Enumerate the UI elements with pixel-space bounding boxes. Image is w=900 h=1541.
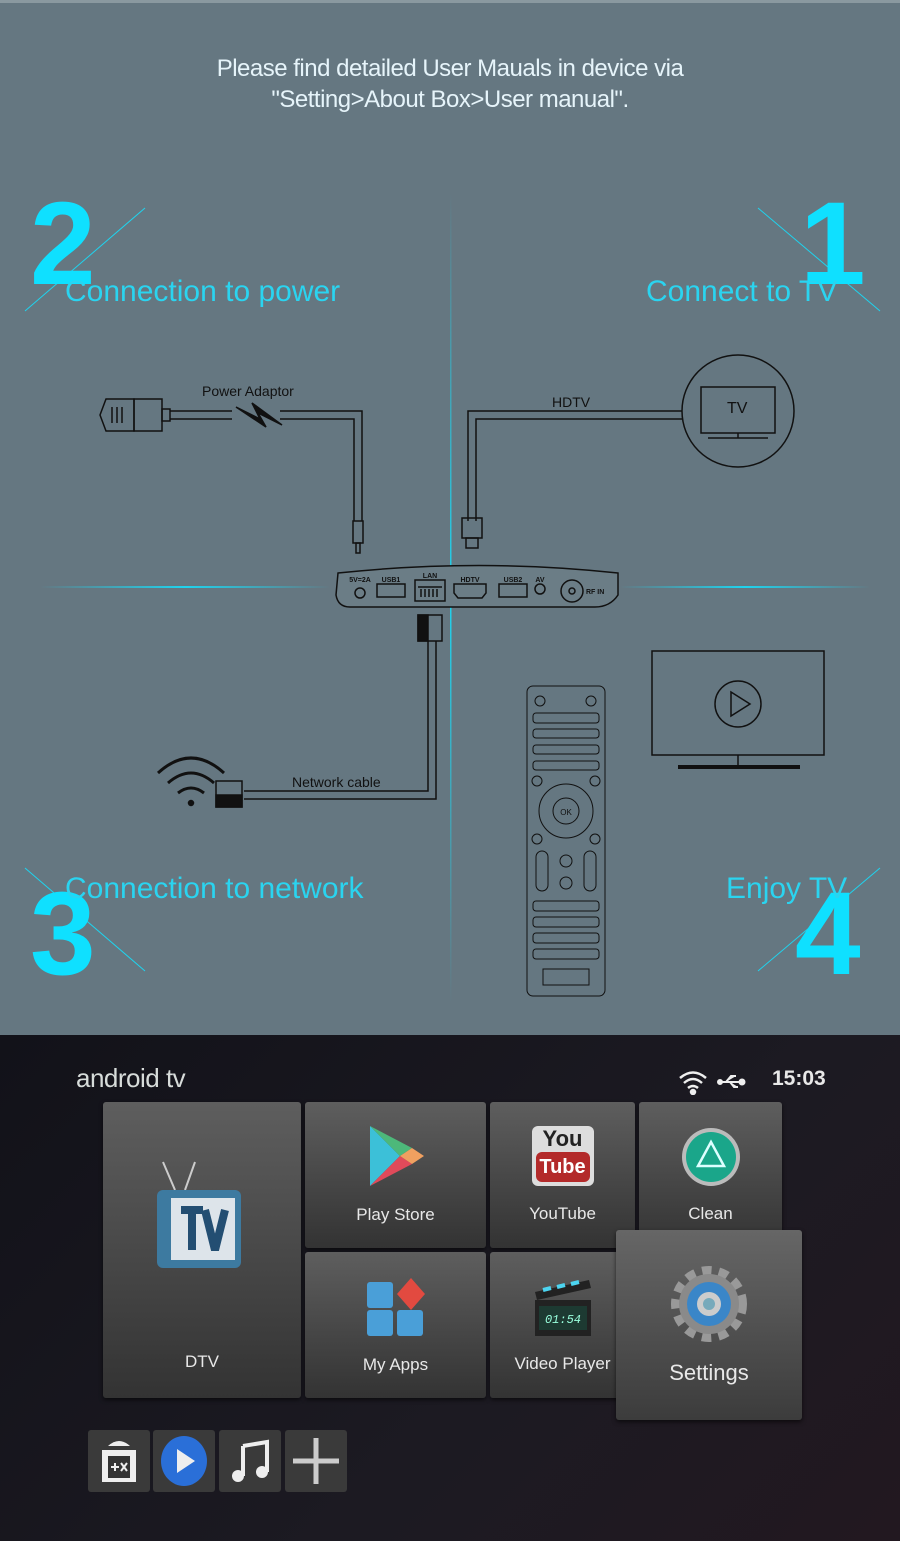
dock-android-calc[interactable] [88, 1430, 150, 1492]
android-tv-logo: android tv [76, 1063, 186, 1093]
step-label-network: Connection to network [65, 872, 364, 905]
tile-play-store[interactable]: Play Store [305, 1102, 486, 1248]
tile-label: Video Player [514, 1354, 611, 1373]
tile-label: DTV [185, 1352, 219, 1371]
hdtv-label: HDTV [552, 394, 591, 410]
tile-label: Play Store [356, 1205, 435, 1224]
tile-label: YouTube [529, 1204, 596, 1223]
tile-clean[interactable]: Clean [639, 1102, 782, 1248]
video-time-text: 01:54 [544, 1313, 580, 1327]
remote-ok-label: OK [560, 808, 572, 817]
port-label-av: AV [535, 577, 545, 584]
port-label-hdtv: HDTV [460, 577, 479, 584]
play-store-icon [369, 1126, 424, 1186]
usb-icon [717, 1075, 746, 1088]
tile-settings[interactable]: Settings [616, 1230, 802, 1420]
tile-label: My Apps [362, 1355, 429, 1374]
clapperboard-icon: 01:54 [534, 1280, 591, 1336]
port-label-rf-in: RF IN [586, 589, 604, 596]
tv-box-device [335, 564, 619, 608]
dock-music[interactable] [219, 1430, 281, 1492]
dock-add[interactable] [285, 1430, 347, 1492]
step-label-enjoy: Enjoy TV [726, 872, 848, 905]
power-adaptor-label: Power Adaptor [202, 383, 294, 399]
clock: 15:03 [772, 1067, 826, 1090]
wifi-router-icon [156, 756, 226, 795]
tile-label: Clean [688, 1204, 733, 1223]
tile-dtv[interactable]: DTV [103, 1102, 301, 1398]
tile-youtube[interactable]: You Tube YouTube [490, 1102, 635, 1248]
recycle-icon [681, 1128, 740, 1186]
youtube-you-text: You [542, 1126, 583, 1151]
gear-icon [671, 1266, 747, 1342]
youtube-icon: You Tube [531, 1126, 594, 1186]
divider-horizontal-right [620, 586, 870, 588]
setup-guide-panel: Please find detailed User Mauals in devi… [0, 0, 900, 1035]
power-adaptor-icon [99, 398, 171, 432]
tv-icon [157, 1161, 241, 1268]
wifi-icon [679, 1071, 707, 1095]
tv-label: TV [727, 400, 748, 417]
apps-icon [366, 1278, 425, 1336]
step-label-power: Connection to power [65, 275, 341, 308]
dock-media-player[interactable] [153, 1430, 215, 1492]
divider-horizontal-left [40, 586, 330, 588]
add-icon [293, 1438, 339, 1484]
media-player-icon [161, 1436, 207, 1486]
tile-video-player[interactable]: 01:54 Video Player [490, 1252, 635, 1398]
youtube-tube-text: Tube [535, 1152, 590, 1182]
remote-control-icon [526, 685, 606, 997]
tile-label: Settings [669, 1360, 749, 1385]
tile-my-apps[interactable]: My Apps [305, 1252, 486, 1398]
network-cable-label: Network cable [292, 774, 381, 790]
music-icon [232, 1439, 269, 1482]
port-label-power: 5V=2A [349, 577, 371, 584]
android-calc-icon [102, 1441, 136, 1482]
status-icons [679, 1071, 746, 1095]
port-label-usb1: USB1 [382, 577, 401, 584]
tv-play-icon [651, 650, 825, 769]
android-tv-launcher: android tv 15:03 DTV Play Store You Tube… [0, 1035, 900, 1541]
step-label-tv: Connect to TV [646, 275, 838, 308]
port-label-lan: LAN [423, 573, 437, 580]
port-label-usb2: USB2 [504, 577, 523, 584]
